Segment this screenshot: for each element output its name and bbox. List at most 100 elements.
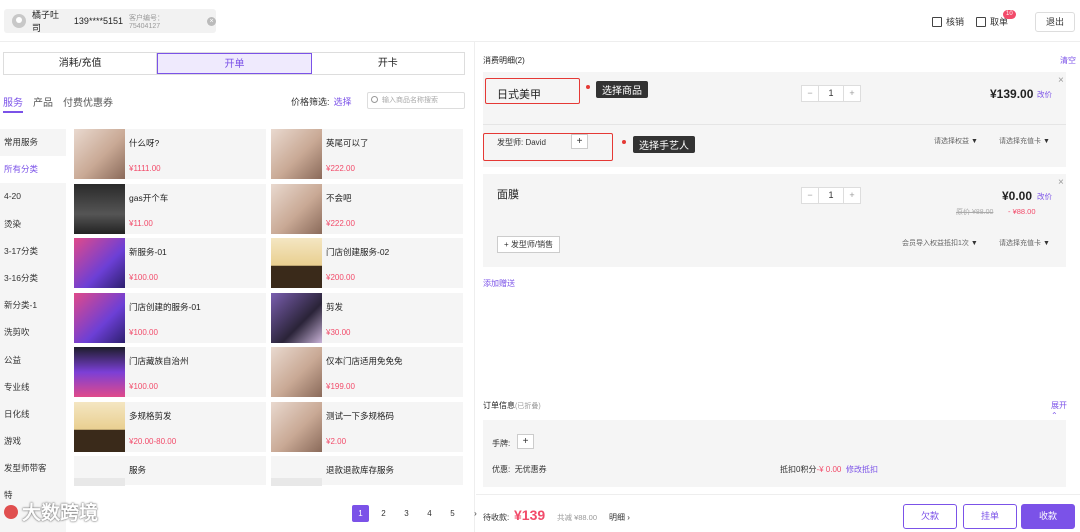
page-4[interactable]: 4 (421, 505, 438, 522)
hand-label: 手牌: (492, 439, 511, 448)
quantity-value: 1 (818, 188, 844, 203)
top-bar: 橘子吐司 139****5151 客户编号：75404127 × 核销 取单 1… (0, 0, 1080, 42)
product-search-input[interactable]: 输入商品名称搜索 (367, 92, 465, 109)
hold-button[interactable]: 挂单 (963, 504, 1017, 529)
price-filter-label: 价格筛选: (291, 97, 330, 107)
subtab-service[interactable]: 服务 (3, 94, 23, 113)
product-name: 不会吧 (326, 192, 352, 203)
product-card[interactable]: gas开个车 ¥11.00 (74, 183, 266, 234)
product-card[interactable]: 测试一下多规格码 ¥2.00 (271, 401, 463, 452)
add-hand-button[interactable]: + (517, 434, 534, 449)
increase-icon[interactable]: + (844, 86, 860, 101)
category-item[interactable]: 常用服务 (0, 129, 66, 156)
product-thumbnail (271, 238, 322, 288)
divider (483, 124, 1066, 125)
price-filter-select[interactable]: 选择 (334, 97, 352, 107)
subtab-product[interactable]: 产品 (33, 94, 53, 113)
product-name: 门店创建服务-02 (326, 247, 390, 257)
detail-link[interactable]: 明细 › (609, 512, 630, 523)
coupon-label: 优惠: 无优惠券 (492, 465, 547, 474)
verify-button[interactable]: 核销 (932, 15, 964, 28)
category-item[interactable]: 烫染 (0, 211, 66, 238)
change-price-link[interactable]: 改价 (1037, 191, 1052, 202)
product-price: ¥100.00 (129, 382, 158, 391)
category-item[interactable]: 专业线 (0, 374, 66, 401)
product-card[interactable]: 仅本门店适用免免免 ¥199.00 (271, 347, 463, 397)
tab-create-order[interactable]: 开单 (157, 53, 312, 74)
product-card[interactable]: 不会吧 ¥222.00 (271, 183, 463, 234)
product-card[interactable]: 门店创建的服务-01 ¥100.00 (74, 292, 266, 343)
page-1[interactable]: 1 (352, 505, 369, 522)
watermark: 大数跨境 (4, 498, 98, 525)
pickup-badge: 10 (1003, 10, 1016, 19)
category-item[interactable]: 日化线 (0, 401, 66, 428)
product-card[interactable]: 剪发 ¥30.00 (271, 292, 463, 343)
page-5[interactable]: 5 (444, 505, 461, 522)
rights-select[interactable]: 请选择权益 (934, 136, 978, 146)
change-price-link[interactable]: 改价 (1037, 89, 1052, 100)
product-thumbnail (74, 347, 125, 397)
logout-button[interactable]: 退出 (1035, 12, 1075, 32)
category-item[interactable]: 新分类-1 (0, 292, 66, 319)
clear-customer-icon[interactable]: × (207, 16, 216, 26)
pay-button[interactable]: 收款 (1021, 504, 1075, 529)
subtab-coupon[interactable]: 付费优惠券 (63, 94, 113, 113)
watermark-text: 大数跨境 (22, 503, 99, 524)
card-select[interactable]: 请选择充值卡 (999, 238, 1050, 248)
page-2[interactable]: 2 (375, 505, 392, 522)
category-item[interactable]: 3-17分类 (0, 238, 66, 265)
product-thumbnail (271, 401, 322, 452)
customer-chip[interactable]: 橘子吐司 139****5151 客户编号：75404127 × (4, 9, 216, 33)
product-thumbnail (74, 238, 125, 288)
product-card[interactable]: 服务 (74, 456, 266, 486)
expand-link[interactable]: 展开 ⌃ (1051, 400, 1073, 420)
product-name: 门店创建的服务-01 (129, 301, 201, 312)
clear-button[interactable]: 清空 (1060, 55, 1076, 66)
product-card[interactable]: 什么呀? ¥1111.00 (74, 129, 266, 179)
category-item[interactable]: 发型师带客 (0, 455, 66, 482)
product-thumbnail (74, 401, 125, 452)
increase-icon[interactable]: + (844, 188, 860, 203)
product-card[interactable]: 英尾可以了 ¥222.00 (271, 129, 463, 179)
quantity-stepper[interactable]: −1 + (801, 187, 861, 204)
add-staff-sales-button[interactable]: + 发型师/销售 (497, 236, 561, 253)
edit-points-link[interactable]: 修改抵扣 (846, 464, 878, 475)
product-card[interactable]: 多规格剪发 ¥20.00-80.00 (74, 401, 266, 452)
add-gift-link[interactable]: 添加赠送 (483, 278, 515, 289)
decrease-icon[interactable]: − (802, 86, 818, 101)
product-thumbnail (74, 292, 125, 343)
card-select[interactable]: 请选择充值卡 (999, 136, 1050, 146)
category-item[interactable]: 游戏 (0, 428, 66, 455)
rights-select[interactable]: 会员导入权益抵扣1次 (902, 238, 978, 248)
product-price: ¥222.00 (326, 218, 355, 228)
category-item[interactable]: 洗剪吹 (0, 319, 66, 346)
catalog-panel: 消耗/充值 开单 开卡 服务 产品 付费优惠券 价格筛选: 选择 输入商品名称搜索… (0, 42, 477, 532)
page-3[interactable]: 3 (398, 505, 415, 522)
remove-item-icon[interactable]: × (1058, 177, 1064, 188)
category-item[interactable]: 所有分类 (0, 156, 66, 184)
product-card[interactable]: 门店创建服务-02 ¥200.00 (271, 238, 463, 288)
sub-tabs: 服务 产品 付费优惠券 (3, 94, 113, 113)
tab-consume-recharge[interactable]: 消耗/充值 (4, 53, 158, 74)
category-item[interactable]: 4-20 (0, 183, 66, 210)
owe-button[interactable]: 欠款 (903, 504, 957, 529)
decrease-icon[interactable]: − (802, 188, 818, 203)
discount-amount: - ¥88.00 (1008, 207, 1036, 216)
product-card[interactable]: 门店藏族自治州 ¥100.00 (74, 347, 266, 397)
product-card[interactable]: 退款退款库存服务 (271, 456, 463, 486)
product-name: 仅本门店适用免免免 (326, 356, 403, 366)
product-price: ¥100.00 (129, 273, 158, 282)
annotation-dot (586, 85, 590, 89)
remove-item-icon[interactable]: × (1058, 75, 1064, 86)
quantity-stepper[interactable]: −1 + (801, 85, 861, 102)
pending-label: 待收款: (483, 513, 510, 522)
pickup-icon (976, 16, 986, 27)
pagination: 1 2 3 4 5 › (352, 505, 484, 522)
category-item[interactable]: 公益 (0, 347, 66, 374)
category-item[interactable]: 3-16分类 (0, 265, 66, 292)
product-card[interactable]: 新服务-01 ¥100.00 (74, 238, 266, 288)
pickup-button[interactable]: 取单 10 (976, 10, 1016, 28)
product-thumbnail (271, 347, 322, 397)
tab-open-card[interactable]: 开卡 (312, 53, 464, 74)
price-filter: 价格筛选: 选择 (291, 95, 352, 108)
